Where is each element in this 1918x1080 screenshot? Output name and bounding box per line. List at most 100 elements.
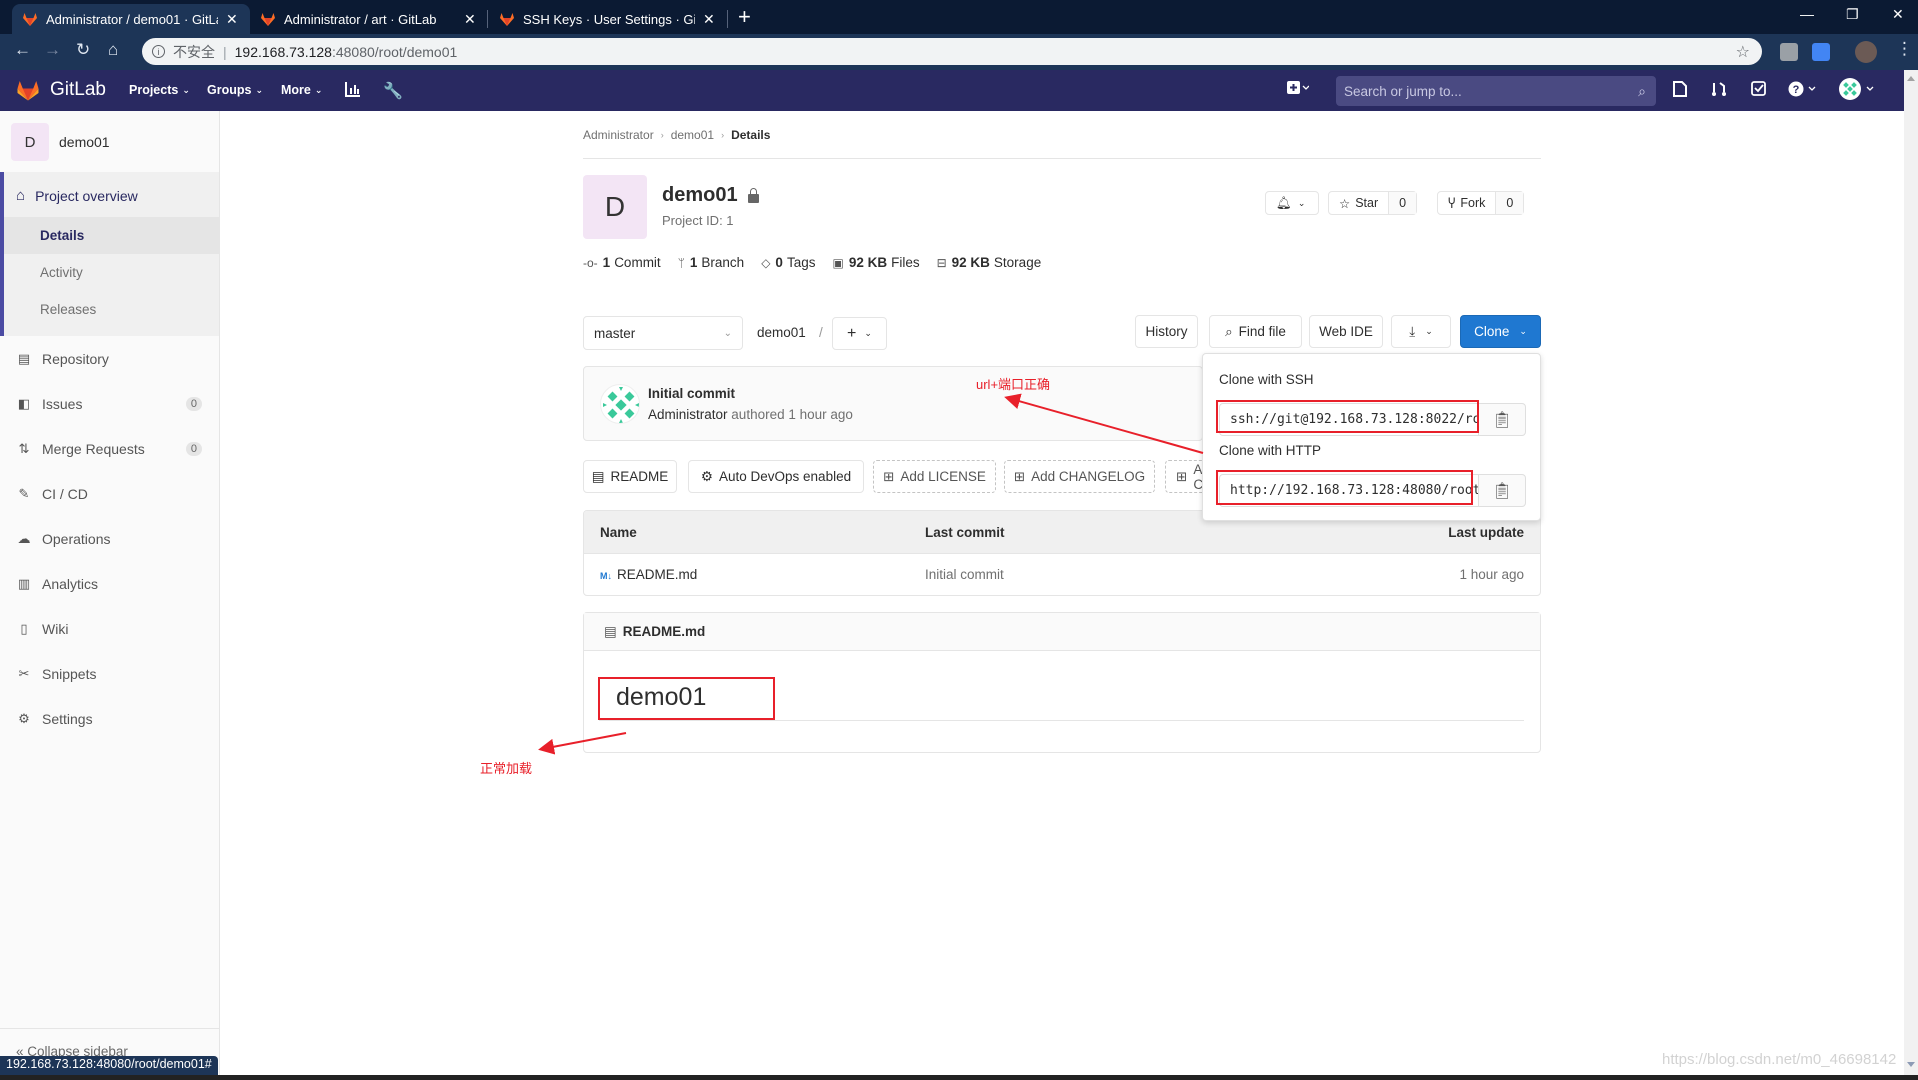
file-name-link[interactable]: M↓ README.md — [600, 567, 697, 582]
rocket-icon: ✎ — [18, 486, 30, 501]
more-menu[interactable]: More ⌄ — [281, 83, 322, 97]
download-extension-icon[interactable] — [1780, 43, 1798, 61]
commit-author[interactable]: Administrator — [648, 407, 728, 422]
close-window-icon[interactable]: ✕ — [1892, 6, 1904, 23]
scroll-down-icon[interactable] — [1907, 1062, 1915, 1067]
svg-text:?: ? — [1793, 84, 1800, 96]
stat-branches[interactable]: ᛘ 1 Branch — [678, 255, 745, 270]
file-icon: ▤ — [604, 623, 617, 639]
scroll-up-icon[interactable] — [1907, 76, 1915, 81]
sidebar-item-details[interactable]: Details — [40, 228, 84, 243]
file-last-commit[interactable]: Initial commit — [925, 567, 1004, 582]
repo-path-root[interactable]: demo01 — [757, 325, 806, 340]
sidebar-item-snippets[interactable]: ✂ Snippets — [16, 666, 206, 682]
find-file-button[interactable]: ⌕ Find file — [1209, 315, 1302, 348]
search-input[interactable]: Search or jump to... ⌕ — [1336, 76, 1656, 106]
minimize-icon[interactable]: — — [1800, 6, 1814, 22]
commit-title[interactable]: Initial commit — [648, 386, 735, 401]
sidebar-item-releases[interactable]: Releases — [40, 302, 96, 317]
fork-count[interactable]: 0 — [1495, 192, 1524, 214]
breadcrumb-current[interactable]: Details — [731, 128, 770, 142]
clipboard-icon: 📋︎ — [1491, 482, 1513, 500]
close-tab-icon[interactable]: ✕ — [464, 11, 476, 28]
branch-icon: ᛘ — [677, 255, 685, 270]
star-count[interactable]: 0 — [1388, 192, 1417, 214]
url-bar[interactable]: i 不安全 | 192.168.73.128:48080/root/demo01… — [142, 38, 1762, 65]
sidebar-item-operations[interactable]: ☁ Operations — [16, 531, 206, 547]
copy-http-url-button[interactable]: 📋︎ — [1479, 474, 1526, 507]
back-icon[interactable]: ← — [14, 40, 31, 60]
sidebar-item-issues[interactable]: ◧ Issues 0 — [16, 396, 206, 412]
star-button[interactable]: ☆ Star 0 — [1328, 191, 1418, 215]
home-icon[interactable]: ⌂ — [108, 40, 118, 60]
add-to-tree-dropdown[interactable]: + ⌄ — [832, 317, 887, 350]
web-ide-button[interactable]: Web IDE — [1309, 315, 1383, 348]
readme-button[interactable]: ▤ README — [583, 460, 677, 493]
table-row[interactable]: M↓ README.md Initial commit 1 hour ago — [584, 554, 1540, 595]
sidebar-item-project-overview[interactable]: ⌂ Project overview — [16, 187, 138, 204]
annotation-box-http — [1216, 470, 1473, 505]
new-item-icon[interactable] — [1287, 81, 1310, 100]
chevron-right-icon: › — [721, 130, 725, 140]
restore-icon[interactable]: ❐ — [1846, 6, 1859, 23]
auto-devops-button[interactable]: ⚙ Auto DevOps enabled — [688, 460, 864, 493]
sidebar-item-wiki[interactable]: ▯ Wiki — [16, 621, 206, 637]
groups-menu[interactable]: Groups ⌄ — [207, 83, 263, 97]
forward-icon[interactable]: → — [44, 40, 61, 60]
gitlab-home-link[interactable]: GitLab — [16, 79, 106, 101]
browser-tab-ssh-keys[interactable]: SSH Keys · User Settings · GitLab ✕ — [489, 4, 727, 34]
sidebar-item-analytics[interactable]: ▥ Analytics — [16, 576, 206, 592]
new-tab-button[interactable]: + — [738, 4, 751, 30]
stat-tags[interactable]: ◇ 0 Tags — [761, 255, 815, 270]
sidebar-project-link[interactable]: D demo01 — [11, 123, 110, 161]
project-avatar-small: D — [11, 123, 49, 161]
commit-author-avatar[interactable] — [600, 384, 640, 424]
breadcrumb-item[interactable]: Administrator — [583, 128, 654, 142]
column-header-last-commit: Last commit — [925, 525, 1005, 540]
merge-requests-icon[interactable] — [1711, 81, 1727, 102]
stat-files[interactable]: ▣ 92 KB Files — [832, 255, 919, 270]
fork-button[interactable]: Ⴤ Fork 0 — [1437, 191, 1525, 215]
history-button[interactable]: History — [1135, 315, 1198, 348]
clone-dropdown-button[interactable]: Clone ⌄ — [1460, 315, 1541, 348]
gitlab-logo-icon — [17, 81, 39, 101]
download-dropdown[interactable]: ⤓ ⌄ — [1391, 315, 1451, 348]
add-changelog-button[interactable]: ⊞ Add CHANGELOG — [1004, 460, 1155, 493]
stat-commits[interactable]: -o- 1 Commit — [583, 255, 661, 270]
browser-tab-art[interactable]: Administrator / art · GitLab ✕ — [250, 4, 488, 34]
add-license-button[interactable]: ⊞ Add LICENSE — [873, 460, 996, 493]
browser-tab-demo01[interactable]: Administrator / demo01 · GitLab ✕ — [12, 4, 250, 34]
close-tab-icon[interactable]: ✕ — [703, 11, 715, 28]
sidebar-item-repository[interactable]: ▤ Repository — [16, 351, 206, 367]
activity-chart-icon[interactable] — [345, 81, 361, 102]
sidebar-item-merge-requests[interactable]: ⇅ Merge Requests 0 — [16, 441, 206, 457]
copy-ssh-url-button[interactable]: 📋︎ — [1479, 403, 1526, 436]
vertical-scrollbar[interactable] — [1904, 70, 1918, 1075]
file-last-update: 1 hour ago — [1459, 567, 1524, 582]
breadcrumb-item[interactable]: demo01 — [671, 128, 714, 142]
sidebar-item-settings[interactable]: ⚙ Settings — [16, 711, 206, 727]
user-avatar[interactable] — [1838, 77, 1876, 108]
browser-menu-icon[interactable]: ⋮ — [1896, 39, 1913, 59]
projects-menu[interactable]: Projects ⌄ — [129, 83, 190, 97]
bookmark-star-icon[interactable]: ☆ — [1736, 42, 1750, 62]
todos-icon[interactable] — [1751, 81, 1766, 101]
notification-dropdown[interactable]: 🔔︎ ⌄ — [1265, 191, 1319, 215]
reload-icon[interactable]: ↻ — [76, 40, 90, 60]
sidebar-item-ci-cd[interactable]: ✎ CI / CD — [16, 486, 206, 502]
branch-select[interactable]: master ⌄ — [583, 316, 743, 350]
sidebar-item-activity[interactable]: Activity — [40, 265, 83, 280]
chevron-down-icon: ⌄ — [1425, 326, 1433, 336]
profile-avatar[interactable] — [1855, 41, 1877, 63]
chevron-down-icon: ⌄ — [1519, 326, 1527, 336]
gitlab-favicon-icon — [261, 13, 275, 26]
annotation-box-ssh — [1216, 400, 1479, 433]
close-tab-icon[interactable]: ✕ — [226, 11, 238, 28]
chevron-down-icon: ⌄ — [864, 328, 872, 338]
help-icon[interactable]: ? — [1788, 81, 1818, 102]
translate-extension-icon[interactable] — [1812, 43, 1830, 61]
info-icon[interactable]: i — [152, 45, 165, 58]
admin-wrench-icon[interactable]: 🔧 — [383, 81, 403, 101]
issues-icon[interactable] — [1673, 81, 1687, 102]
project-sidebar: D demo01 ⌂ Project overview Details Acti… — [0, 111, 220, 1075]
